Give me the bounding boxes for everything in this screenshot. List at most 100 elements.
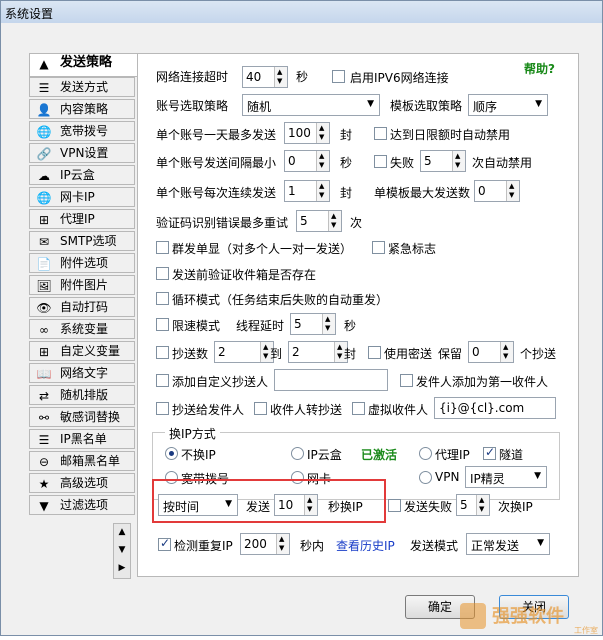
user-content-icon: 👤 [36,103,52,117]
recipient-to-cc-checkbox[interactable] [254,402,267,415]
cc-count-checkbox[interactable] [156,346,169,359]
send-fail-stepper[interactable]: 5 ▲ ▼ [456,494,490,516]
vpn-select[interactable]: IP精灵 ▼ [465,466,547,488]
send-mode-label: 发送模式 [410,539,459,553]
fail-label: 失败 [390,156,415,170]
template-strategy-select[interactable]: 顺序 ▼ [468,94,548,116]
max-per-day-stepper[interactable]: 100 ▲ ▼ [284,122,330,144]
virtual-recipient-checkbox[interactable] [352,402,365,415]
add-cc-checkbox[interactable] [156,374,169,387]
sidebar-item-label: IP云盒 [60,168,95,182]
sidebar-item-label: 附件选项 [60,256,109,270]
daily-limit-checkbox[interactable] [374,127,387,140]
urgent-checkbox[interactable] [372,241,385,254]
sidebar-item-label: 内容策略 [60,102,109,116]
sidebar-item-5[interactable]: 🔗 VPN设置 [29,143,135,163]
group-single-checkbox[interactable] [156,241,169,254]
cc-to-stepper[interactable]: 2 ▲ ▼ [288,341,348,363]
book-icon: 📖 [36,367,52,381]
virtual-recipient-label: 虚拟收件人 [368,403,429,417]
ipv6-checkbox[interactable] [332,70,345,83]
send-mode-select[interactable]: 正常发送 ▼ [466,533,550,555]
sidebar-item-21[interactable]: ▼ 过滤选项 [29,495,135,515]
dup-check-checkbox[interactable] [158,536,171,551]
scroll-right-icon[interactable]: ▶ [114,560,130,576]
send-fail-checkbox[interactable] [388,499,401,512]
add-cc-input[interactable] [274,369,388,391]
loop-label: 循环模式（任务结束后失败的自动重发） [172,293,389,307]
send-stepper[interactable]: 10 ▲ ▼ [274,494,318,516]
sidebar-item-15[interactable]: 📖 网络文字 [29,363,135,383]
no-change-radio[interactable] [165,447,178,460]
proxy-ip-radio[interactable] [419,447,432,460]
ip-cloud-radio[interactable] [291,447,304,460]
sidebar-item-16[interactable]: ⇄ 随机排版 [29,385,135,405]
eye-icon: 👁 [36,301,52,315]
sidebar-item-20[interactable]: ★ 高级选项 [29,473,135,493]
speed-label: 限速模式 [172,319,221,333]
sidebar-item-11[interactable]: 🖼 附件图片 [29,275,135,295]
dup-check-stepper[interactable]: 200 ▲ ▼ [240,533,290,555]
history-ip-link[interactable]: 查看历史IP [336,537,395,554]
cc-sender-checkbox[interactable] [156,402,169,415]
interval-stepper[interactable]: 0 ▲ ▼ [284,150,330,172]
send-strategy-icon: ▲ [39,57,49,71]
document-icon: 📄 [36,257,52,271]
consecutive-stepper[interactable]: 1 ▲ ▼ [284,180,330,202]
sidebar-item-2[interactable]: ☰ 发送方式 [29,77,135,97]
sidebar-item-label: 网络文字 [60,366,109,380]
speed-checkbox[interactable] [156,318,169,331]
scroll-up-icon[interactable]: ▲ [114,524,130,540]
fail-checkbox[interactable] [374,155,387,168]
sidebar-item-3[interactable]: 👤 内容策略 [29,99,135,119]
template-max-stepper[interactable]: 0 ▲ ▼ [474,180,520,202]
by-time-select[interactable]: 按时间 ▼ [158,494,238,516]
ipv6-label: 启用IPV6网络连接 [350,71,449,85]
svg-text:强强软件: 强强软件 [492,605,564,627]
image-icon: 🖼 [36,279,52,293]
timeout-stepper[interactable]: 40 ▲ ▼ [242,66,288,88]
sender-first-checkbox[interactable] [400,374,413,387]
secret-cc-checkbox[interactable] [368,346,381,359]
sidebar-item-6[interactable]: ☁ IP云盒 [29,165,135,185]
sidebar-scrollbar[interactable]: ▲ ▼ ▶ [113,523,131,579]
infinity-icon: ∞ [39,323,49,337]
sidebar-item-9[interactable]: ✉ SMTP选项 [29,231,135,251]
loop-checkbox[interactable] [156,292,169,305]
chevron-down-icon: ▼ [225,499,232,509]
account-strategy-select[interactable]: 随机 ▼ [242,94,380,116]
thread-delay-stepper[interactable]: 5 ▲ ▼ [290,313,336,335]
sidebar-item-14[interactable]: ⊞ 自定义变量 [29,341,135,361]
keep-unit: 个抄送 [520,347,557,361]
dup-check-unit: 秒内 [300,539,325,553]
chevron-down-icon: ▼ [367,99,374,109]
blacklist-icon: ☰ [38,433,50,447]
help-link[interactable]: 帮助? [524,60,555,77]
fail-suffix: 次自动禁用 [472,156,533,170]
sidebar-item-7[interactable]: 🌐 网卡IP [29,187,135,207]
account-strategy-label: 账号选取策略 [156,99,229,113]
cc-from-stepper[interactable]: 2 ▲ ▼ [214,341,274,363]
sidebar-item-8[interactable]: ⊞ 代理IP [29,209,135,229]
virtual-recipient-input[interactable]: {i}@{cl}.com [434,397,556,419]
verify-checkbox[interactable] [156,267,169,280]
sidebar-item-18[interactable]: ☰ IP黑名单 [29,429,135,449]
timeout-label: 网络连接超时 [156,70,229,84]
tunnel-checkbox[interactable] [483,445,496,460]
sidebar-item-label: 高级选项 [60,476,109,490]
sidebar-item-19[interactable]: ⊖ 邮箱黑名单 [29,451,135,471]
vpn-radio[interactable] [419,471,432,484]
sidebar-item-12[interactable]: 👁 自动打码 [29,297,135,317]
sidebar-item-1[interactable]: ▲ 发送策略 [29,53,139,77]
fail-stepper[interactable]: 5 ▲ ▼ [420,150,466,172]
sidebar-item-10[interactable]: 📄 附件选项 [29,253,135,273]
scroll-down-icon[interactable]: ▼ [114,542,130,558]
sidebar-item-17[interactable]: ⚯ 敏感词替换 [29,407,135,427]
dup-check-label: 检测重复IP [174,539,233,553]
window-title: 系统设置 [5,7,54,21]
sidebar-item-13[interactable]: ∞ 系统变量 [29,319,135,339]
captcha-stepper[interactable]: 5 ▲ ▼ [296,210,342,232]
sidebar-item-4[interactable]: 🌐 宽带拨号 [29,121,135,141]
sidebar: ▲ 发送策略 ☰ 发送方式 👤 内容策略 🌐 宽带拨号 🔗 VPN设置 ☁ IP云盒 🌐 网卡IP ⊞ 代理I… [29,53,139,577]
keep-stepper[interactable]: 0 ▲ ▼ [468,341,514,363]
